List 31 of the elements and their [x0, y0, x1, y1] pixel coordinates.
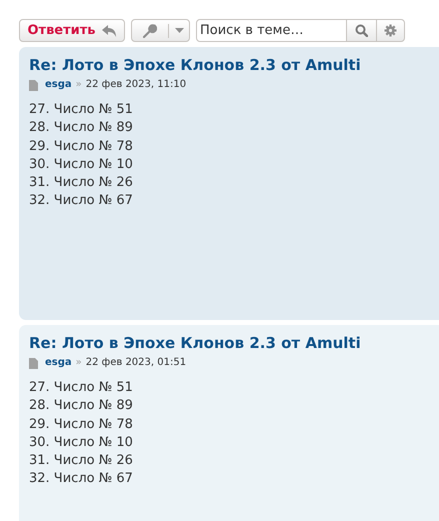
- post-date: 22 фев 2023, 01:51: [86, 356, 186, 370]
- settings-button[interactable]: [376, 19, 405, 42]
- reply-arrow-icon: [102, 24, 117, 36]
- post-line: 32. Число № 67: [29, 192, 133, 210]
- search-field[interactable]: Поиск в теме…: [196, 19, 347, 42]
- post-icon: [29, 80, 38, 90]
- search-icon: [355, 24, 368, 37]
- separator: »: [76, 356, 82, 370]
- post-icon: [29, 358, 38, 368]
- post-title[interactable]: Re: Лото в Эпохе Клонов 2.3 от Amulti: [29, 55, 361, 75]
- post-line: 30. Число № 10: [29, 156, 133, 174]
- post-line: 27. Число № 51: [29, 101, 133, 119]
- tools-button[interactable]: [131, 19, 190, 42]
- author-link[interactable]: esga: [45, 356, 72, 370]
- search-button[interactable]: [347, 19, 376, 42]
- author-link[interactable]: esga: [45, 78, 72, 92]
- post-line: 29. Число № 78: [29, 138, 133, 156]
- post-line: 29. Число № 78: [29, 416, 133, 434]
- post-line: 31. Число № 26: [29, 452, 133, 470]
- caret-icon: [174, 28, 184, 33]
- post-date: 22 фев 2023, 11:10: [86, 78, 186, 92]
- settings-icon: [384, 24, 397, 37]
- separator: »: [76, 78, 82, 92]
- post-line: 32. Число № 67: [29, 470, 133, 488]
- reply-button[interactable]: Ответить: [19, 19, 125, 42]
- post-line: 30. Число № 10: [29, 434, 133, 452]
- post-title[interactable]: Re: Лото в Эпохе Клонов 2.3 от Amulti: [29, 333, 361, 353]
- post-line: 31. Число № 26: [29, 174, 133, 192]
- post-line: 28. Число № 89: [29, 119, 133, 138]
- post-line: 27. Число № 51: [29, 379, 133, 397]
- post-line: 28. Число № 89: [29, 397, 133, 416]
